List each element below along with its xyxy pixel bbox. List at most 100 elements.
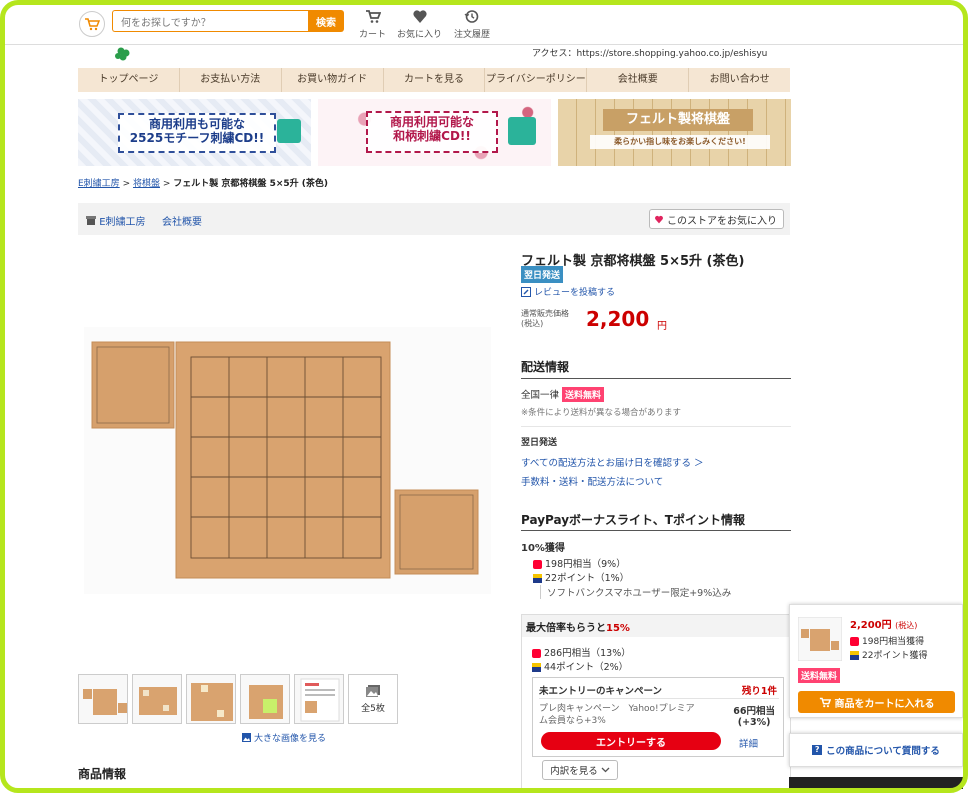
store-access-url: アクセス：https://store.shopping.yahoo.co.jp/… [532,49,768,59]
campaign-amount: 66円相当 (+3%) [733,703,775,728]
ask-question-button[interactable]: ? この商品について質問する [789,733,963,767]
header-history-link[interactable]: 注文履歴 [454,9,490,40]
floating-bottom-bar [789,777,963,789]
store-nav-top[interactable]: トップページ [78,68,180,92]
favorite-store-label: このストアをお気に入り [667,215,777,227]
max-tpoint-label: 44ポイント（2%） [544,662,629,673]
tpoint-points-label: 22ポイント（1%） [545,573,630,584]
banner-felt-shogi[interactable]: フェルト製将棋盤 柔らかい指し味をお楽しみください! [558,99,791,166]
softbank-note: ソフトバンクスマホユーザー限定+9%込み [540,585,731,599]
edit-icon [521,286,531,297]
price-label-line1: 通常販売価格 [521,309,569,318]
banner-japanese-label: 商用利用可能な 和柄刺繍CD!! [366,111,498,153]
images-icon [366,684,380,697]
company-info-link[interactable]: 会社概要 [162,213,202,228]
breadcrumb-sep-2: > [162,179,171,189]
header-favorites-link[interactable]: お気に入り [397,9,442,40]
image-count-label: 全5枚 [361,703,385,714]
floating-price: 2,200円 (税込) [850,616,917,631]
header-favorites-label: お気に入り [397,30,443,40]
store-logo-icon[interactable] [104,42,134,62]
banner-motif-cd-icon [277,119,301,143]
shipping-heading: 配送情報 [521,360,570,374]
banner-japanese-cd[interactable]: 商用利用可能な 和柄刺繍CD!! [318,99,551,166]
check-delivery-link[interactable]: すべての配送方法とお届け日を確認する ＞ [521,455,703,469]
store-nav-company[interactable]: 会社概要 [587,68,690,92]
header-cart-link[interactable]: カート [359,9,386,40]
store-nav-payment[interactable]: お支払い方法 [180,68,282,92]
felt-shogi-board-image [91,341,479,579]
campaign-divider [539,698,779,699]
search-input[interactable]: 何をお探しですか？ [112,10,308,32]
product-main-image[interactable] [84,327,491,594]
tpoint-icon [850,651,859,660]
paypay-points: 198円相当（9%） [533,556,626,570]
floating-free-shipping: 送料無料 [798,668,841,683]
store-icon [86,216,96,225]
entry-button[interactable]: エントリーする [541,732,721,750]
campaign-detail-link[interactable]: 詳細 [739,736,758,750]
max-points-heading: 最大倍率もらうと15% [522,615,790,637]
banner-motif-line1: 商用利用も可能な [148,117,245,131]
shopping-logo-icon[interactable] [79,11,105,37]
store-info-bar: E刺繍工房 会社概要 このストアをお気に入り [78,203,790,235]
points-heading: PayPayボーナスライト、Tポイント情報 [521,513,745,527]
max-points-rate: 15% [606,623,630,634]
site-header: 何をお探しですか？ 検索 カート お気に入り 注文履歴 [5,5,963,45]
store-name-link[interactable]: E刺繍工房 [86,213,146,228]
store-nav-contact[interactable]: お問い合わせ [689,68,790,92]
floating-cart-panel: 2,200円 (税込) 198円相当獲得 22ポイント獲得 送料無料 商品をカー… [789,604,963,718]
paypay-points-label: 198円相当（9%） [545,559,626,570]
add-to-cart-button[interactable]: 商品をカートに入れる [798,691,955,713]
max-paypay-points: 286円相当（13%） [532,645,631,659]
thumbnail-strip: 全5枚 [78,674,398,724]
cart-icon [359,9,386,25]
points-divider [521,530,791,531]
max-tpoint-points: 44ポイント（2%） [532,659,628,673]
search-button[interactable]: 検索 [308,10,344,32]
max-points-box: 最大倍率もらうと15% 286円相当（13%） 44ポイント（2%） 未エントリ… [521,614,791,789]
store-nav-cart[interactable]: カートを見る [384,68,486,92]
view-large-image-link[interactable]: 大きな画像を見る [242,731,326,744]
points-breakdown-label: 内訳を見る [550,766,598,777]
view-all-images-button[interactable]: 全5枚 [348,674,398,724]
store-nav-privacy[interactable]: プライバシーポリシー [485,68,588,92]
breadcrumb-store[interactable]: E刺繍工房 [78,179,120,189]
header-cart-label: カート [359,30,387,40]
shipping-sub-divider [521,426,791,427]
breadcrumb: E刺繍工房 > 将棋盤 > フェルト製 京都将棋盤 5×5升 (茶色) [78,176,328,189]
floating-paypay: 198円相当獲得 [850,634,924,647]
thumbnail-5[interactable] [294,674,344,724]
thumbnail-4[interactable] [240,674,290,724]
points-breakdown-button[interactable]: 内訳を見る [542,760,618,780]
floating-tpoint: 22ポイント獲得 [850,648,927,661]
breadcrumb-sep-1: > [122,179,131,189]
floating-price-tax: (税込) [895,621,918,630]
next-day-shipping-badge: 翌日発送 [521,266,564,283]
points-rate: 10%獲得 [521,543,565,554]
store-nav-guide[interactable]: お買い物ガイド [282,68,384,92]
paypay-icon [533,560,542,569]
write-review-link[interactable]: レビューを投稿する [521,285,615,298]
favorite-store-button[interactable]: このストアをお気に入り [649,209,784,229]
fees-link[interactable]: 手数料・送料・配送方法について [521,474,663,488]
cart-icon [819,697,831,707]
campaign-title: 未エントリーのキャンペーン [539,686,663,697]
shipping-note: ※条件により送料が異なる場合があります [521,408,681,418]
tpoint-points: 22ポイント（1%） [533,570,629,584]
campaign-amount-value: 66円相当 [733,706,775,717]
thumbnail-2[interactable] [132,674,182,724]
history-icon [454,9,490,25]
thumbnail-1[interactable] [78,674,128,724]
floating-product-thumbnail [798,617,842,661]
thumbnail-3[interactable] [186,674,236,724]
free-shipping-badge: 送料無料 [562,387,605,402]
banner-japanese-cd-icon [508,117,536,145]
image-icon [242,733,251,742]
product-info-heading: 商品情報 [78,767,127,781]
header-history-label: 注文履歴 [454,30,491,40]
next-day-heading: 翌日発送 [521,438,558,448]
banner-motif-cd[interactable]: 商用利用も可能な 2525モチーフ刺繍CD!! [78,99,311,166]
breadcrumb-category[interactable]: 将棋盤 [133,179,160,189]
tpoint-icon [533,574,542,583]
